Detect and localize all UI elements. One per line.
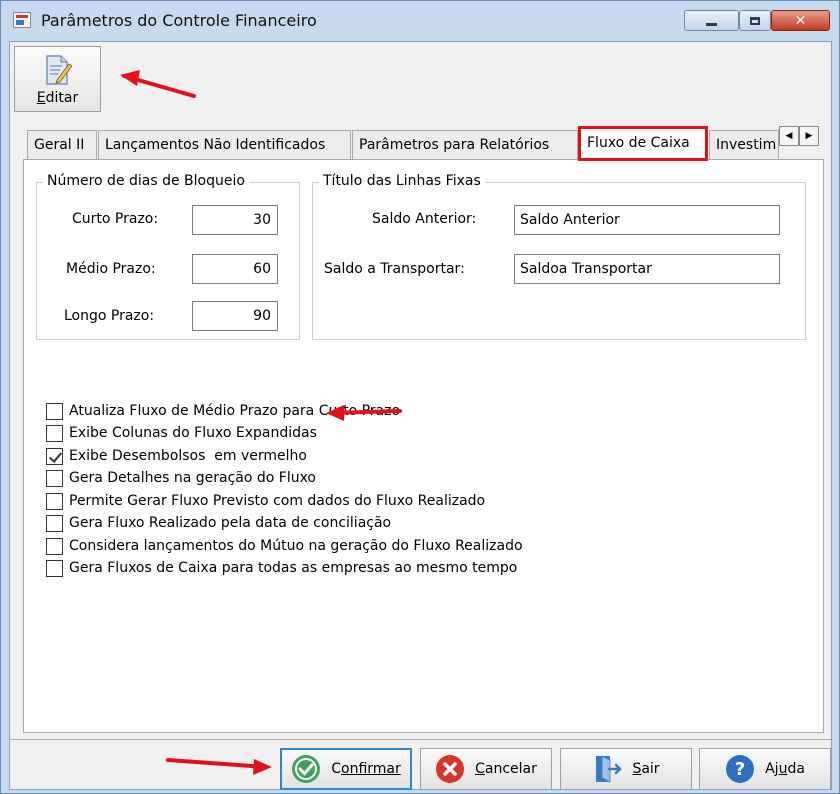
chevron-right-icon: ▶ <box>805 131 813 141</box>
option-gera-todas-empresas[interactable]: Gera Fluxos de Caixa para todas as empre… <box>46 558 517 578</box>
confirm-label: Confirmar <box>331 761 401 777</box>
saldo-anterior-label: Saldo Anterior: <box>372 211 477 227</box>
checkbox[interactable] <box>46 559 63 577</box>
chevron-left-icon: ◀ <box>785 131 793 141</box>
help-button[interactable]: ? Ajuda <box>699 748 831 790</box>
client-area: Editar Geral II Lançamentos Não Identifi… <box>9 41 832 790</box>
edit-button[interactable]: Editar <box>14 46 101 112</box>
option-exibe-colunas[interactable]: Exibe Colunas do Fluxo Expandidas <box>46 423 317 443</box>
saldo-transportar-input[interactable]: Saldoa Transportar <box>514 254 780 284</box>
maximize-icon <box>750 16 760 25</box>
app-icon[interactable] <box>13 12 31 28</box>
exit-button[interactable]: Sair <box>560 748 692 790</box>
tab-lancamentos-nao-identificados[interactable]: Lançamentos Não Identificados <box>98 130 351 159</box>
help-label: Ajuda <box>765 761 805 777</box>
exit-door-icon <box>596 755 623 783</box>
checkbox[interactable] <box>46 424 63 442</box>
minimize-button[interactable] <box>684 10 739 31</box>
medio-prazo-input[interactable]: 60 <box>192 254 278 284</box>
x-circle-icon <box>436 755 465 783</box>
close-icon: ✕ <box>794 12 807 29</box>
confirm-button[interactable]: Confirmar <box>280 748 412 790</box>
check-circle-icon <box>292 755 321 783</box>
saldo-anterior-input[interactable]: Saldo Anterior <box>514 205 780 235</box>
title-bar[interactable]: Parâmetros do Controle Financeiro ✕ <box>1 1 839 41</box>
curto-prazo-input[interactable]: 30 <box>192 205 278 235</box>
checkbox[interactable] <box>46 537 63 555</box>
window-title: Parâmetros do Controle Financeiro <box>41 11 317 30</box>
minimize-icon <box>706 22 717 26</box>
blocking-days-group: Número de dias de Bloqueio Curto Prazo: … <box>36 173 300 340</box>
checkbox[interactable] <box>46 402 63 420</box>
toolbar: Editar <box>10 42 831 120</box>
checkbox-checked[interactable] <box>46 447 63 465</box>
curto-prazo-label: Curto Prazo: <box>72 211 159 227</box>
exit-label: Sair <box>632 761 660 777</box>
main-window: Parâmetros do Controle Financeiro ✕ Edit… <box>0 0 840 794</box>
fixed-lines-title: Título das Linhas Fixas <box>319 173 485 189</box>
help-circle-icon: ? <box>726 755 755 783</box>
tab-strip: Geral II Lançamentos Não Identificados P… <box>15 126 828 161</box>
blocking-days-title: Número de dias de Bloqueio <box>43 173 249 189</box>
option-gera-realizado[interactable]: Gera Fluxo Realizado pela data de concil… <box>46 513 391 533</box>
edit-button-label: Editar <box>36 90 79 106</box>
longo-prazo-input[interactable]: 90 <box>192 301 278 331</box>
cancel-label: Cancelar <box>475 761 537 777</box>
fixed-lines-group: Título das Linhas Fixas Saldo Anterior: … <box>312 173 806 340</box>
tab-fluxo-de-caixa[interactable]: Fluxo de Caixa <box>578 126 708 161</box>
saldo-transportar-label: Saldo a Transportar: <box>324 261 465 277</box>
checkbox[interactable] <box>46 492 63 510</box>
option-considera-mutuo[interactable]: Considera lançamentos do Mútuo na geraçã… <box>46 536 523 556</box>
tab-scroll-right-button[interactable]: ▶ <box>799 126 819 146</box>
edit-document-icon <box>46 55 72 85</box>
tab-scroll-left-button[interactable]: ◀ <box>779 126 799 146</box>
option-exibe-desembolsos[interactable]: Exibe Desembolsos em vermelho <box>46 446 307 466</box>
cancel-button[interactable]: Cancelar <box>420 748 552 790</box>
tab-parametros-relatorios[interactable]: Parâmetros para Relatórios <box>352 130 578 159</box>
longo-prazo-label: Longo Prazo: <box>64 308 155 324</box>
svg-text:?: ? <box>735 759 745 780</box>
checkbox[interactable] <box>46 469 63 487</box>
option-permite-gerar[interactable]: Permite Gerar Fluxo Previsto com dados d… <box>46 491 485 511</box>
tab-investimentos[interactable]: Investim <box>709 130 779 159</box>
maximize-button[interactable] <box>739 10 771 31</box>
option-atualiza-fluxo[interactable]: Atualiza Fluxo de Médio Prazo para Curto… <box>46 401 400 421</box>
close-button[interactable]: ✕ <box>771 10 830 31</box>
checkbox[interactable] <box>46 514 63 532</box>
tab-geral-ii[interactable]: Geral II <box>27 130 97 159</box>
option-gera-detalhes[interactable]: Gera Detalhes na geração do Fluxo <box>46 468 316 488</box>
fluxo-de-caixa-panel: Número de dias de Bloqueio Curto Prazo: … <box>23 159 824 733</box>
bottom-divider <box>10 739 831 740</box>
medio-prazo-label: Médio Prazo: <box>66 261 156 277</box>
